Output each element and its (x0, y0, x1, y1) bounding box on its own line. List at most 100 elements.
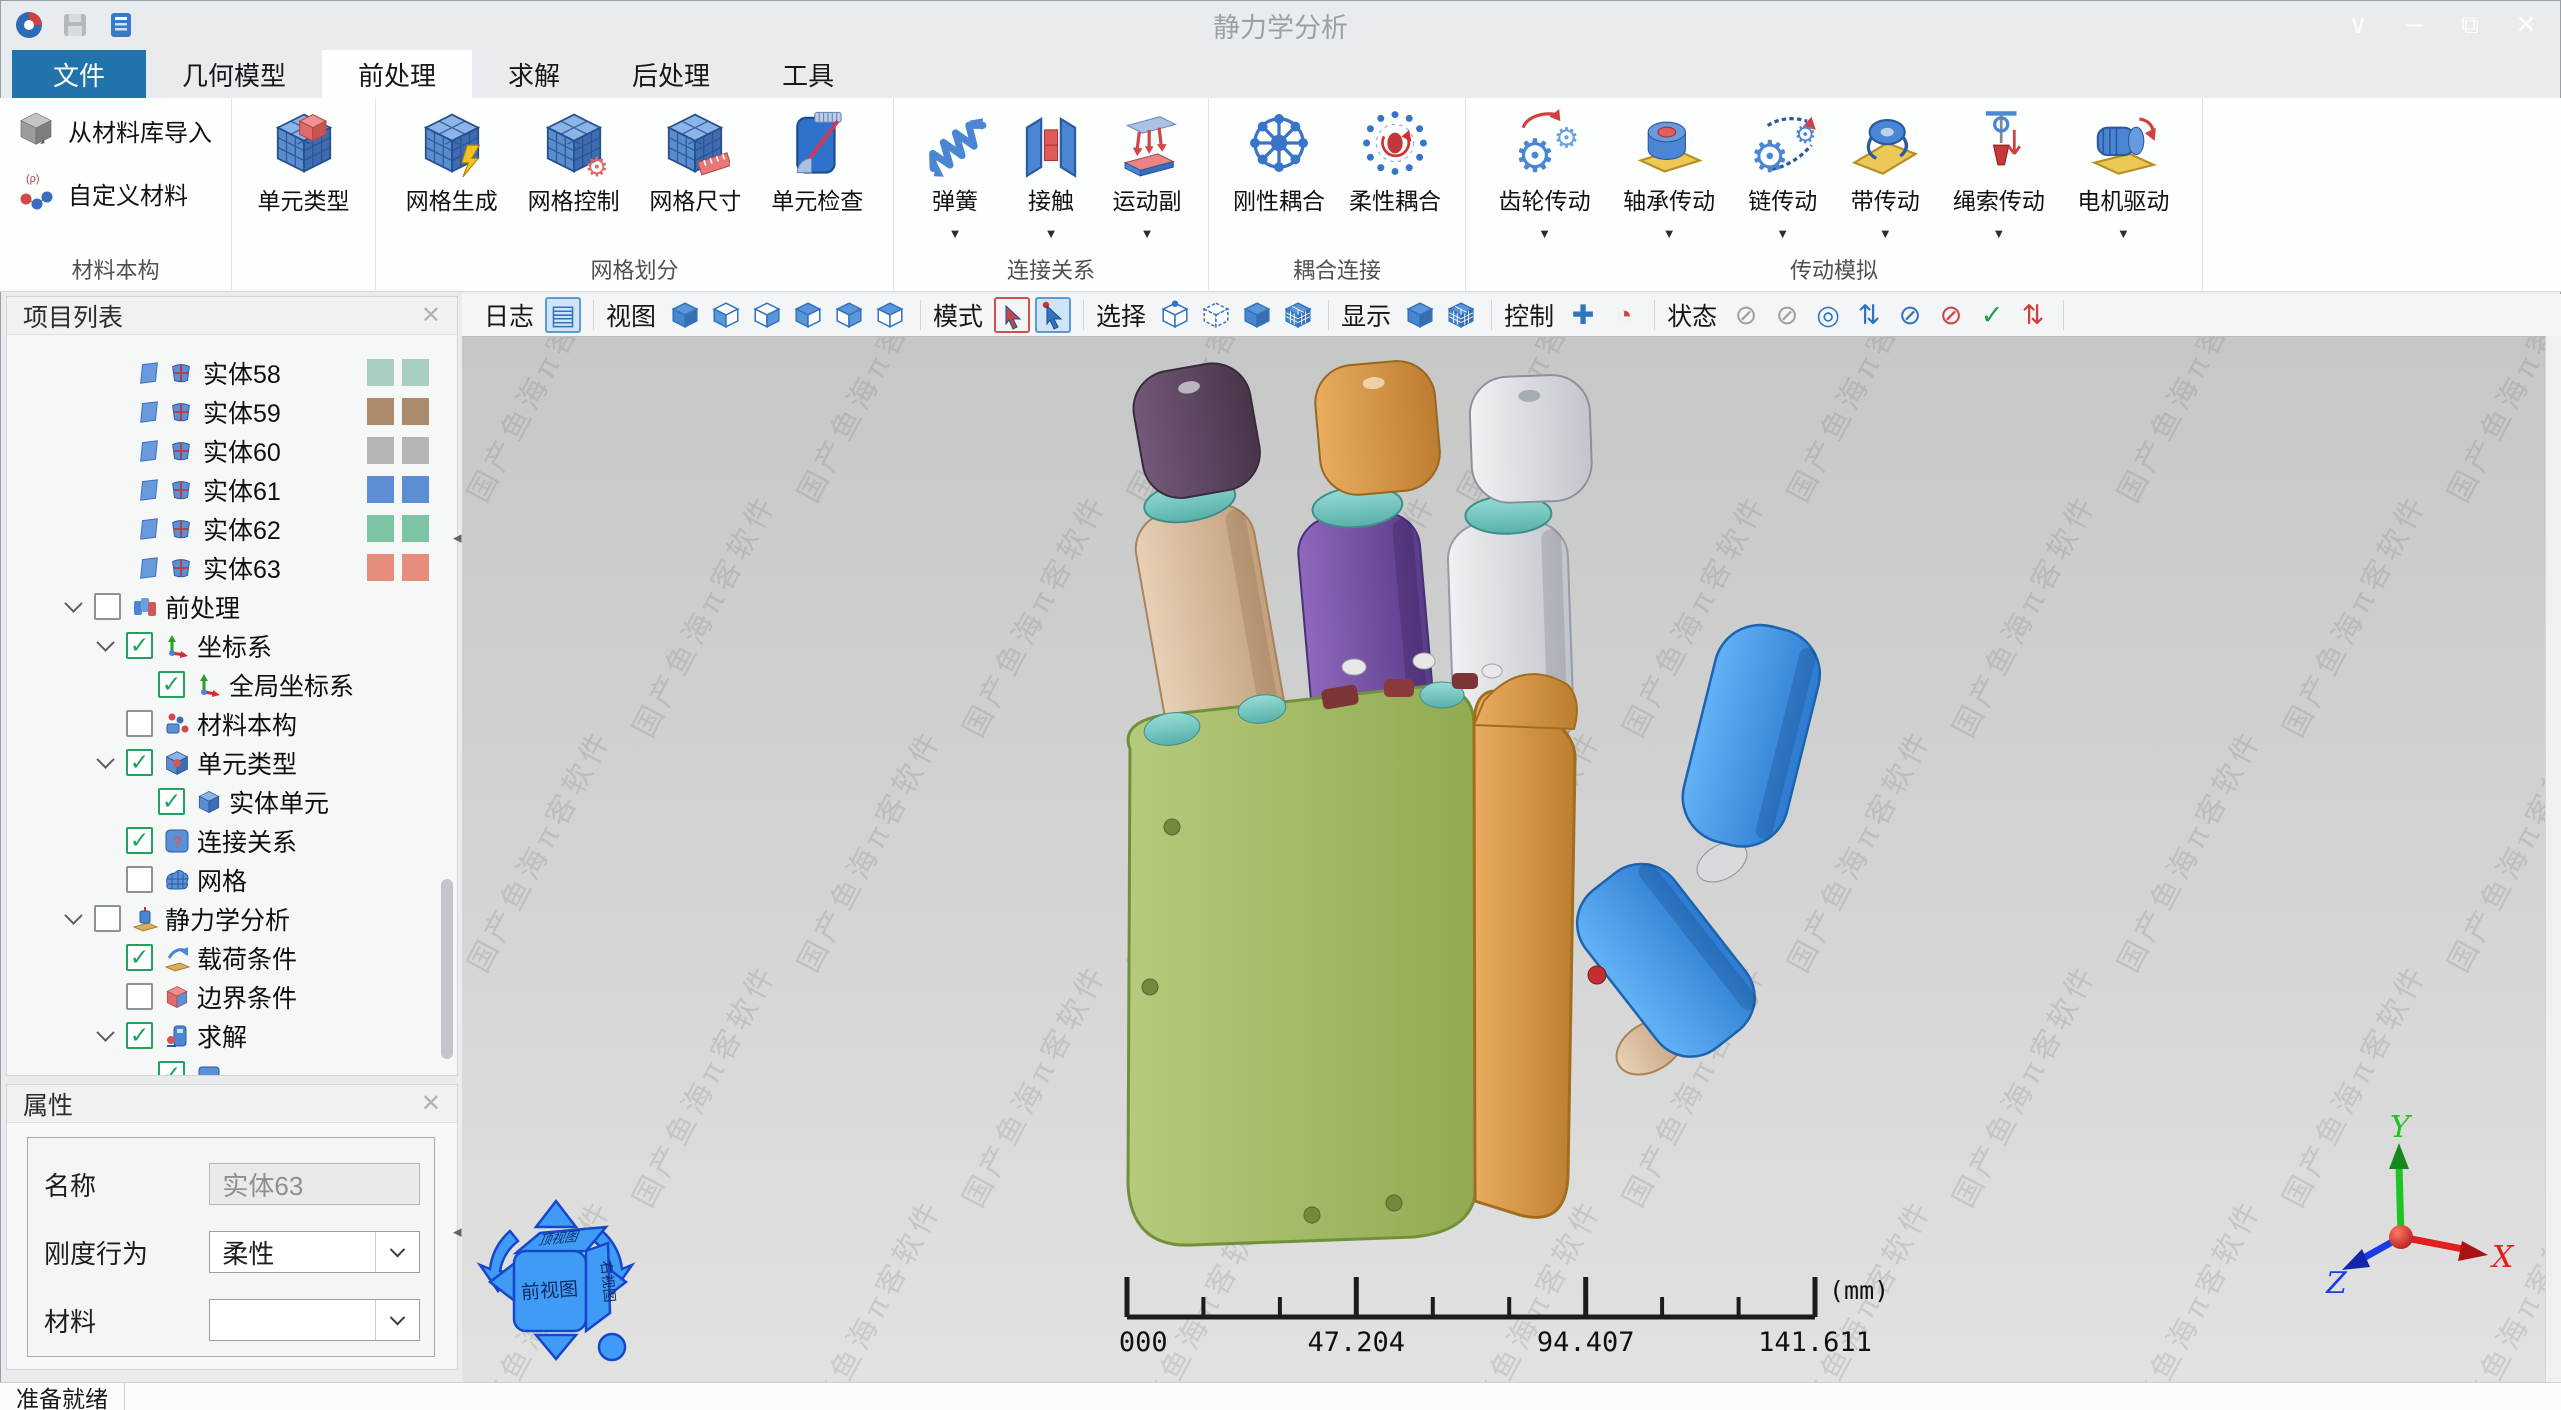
chain-drive-button[interactable]: ⚙⚙链传动▼ (1748, 102, 1818, 240)
select-mesh-icon[interactable] (1280, 297, 1316, 333)
select-body-icon[interactable] (1239, 297, 1275, 333)
view-right-icon[interactable] (831, 297, 867, 333)
tree-node-row[interactable]: 材料本构 (7, 704, 457, 743)
tree-entity-row[interactable]: 实体58 (7, 353, 457, 392)
tree-entity-row[interactable]: 实体61 (7, 470, 457, 509)
motion-joint-button-dropdown-icon[interactable]: ▼ (1141, 226, 1154, 240)
material-library-import-button[interactable]: 从材料库导入 (16, 108, 231, 153)
material-select[interactable] (209, 1299, 420, 1341)
tree-node-row[interactable]: ✓ 单元类型 (7, 743, 457, 782)
chain-drive-button-dropdown-icon[interactable]: ▼ (1776, 226, 1789, 240)
mesh-generate-button[interactable]: 网格生成 (406, 102, 498, 216)
rigid-coupling-button[interactable]: 刚性耦合 (1233, 102, 1325, 216)
view-left-icon[interactable] (790, 297, 826, 333)
tree-node-row[interactable]: 网格 (7, 860, 457, 899)
tree-checkbox[interactable]: ✓ (126, 632, 153, 659)
entity-color-swatch[interactable] (402, 476, 429, 503)
entity-color-swatch[interactable] (367, 398, 394, 425)
hide-body-icon[interactable]: ⊘ (1728, 297, 1764, 333)
spring-button[interactable]: 弹簧▼ (920, 102, 990, 240)
entity-color-swatch[interactable] (367, 437, 394, 464)
viewport-scrollbar[interactable] (2545, 336, 2561, 1382)
tree-node-row[interactable]: ✓坐标系 (7, 626, 457, 665)
view-front-icon[interactable] (708, 297, 744, 333)
tree-node-row[interactable]: 边界条件 (7, 977, 457, 1016)
entity-color-swatch[interactable] (402, 515, 429, 542)
restore-button[interactable]: ⧉ (2449, 4, 2491, 46)
hide-mesh-icon[interactable]: ⊘ (1769, 297, 1805, 333)
tree-entity-row[interactable]: 实体59 (7, 392, 457, 431)
tree-node-row[interactable]: ✓载荷条件 (7, 938, 457, 977)
cube-home-button[interactable] (599, 1334, 625, 1360)
tilt-up-arrow[interactable] (536, 1201, 576, 1227)
activate-check-icon[interactable]: ✓ (1974, 297, 2010, 333)
gear-drive-button[interactable]: ⚙⚙齿轮传动▼ (1499, 102, 1591, 240)
expand-chevron-icon[interactable] (64, 594, 82, 612)
tree-entity-row[interactable]: 实体60 (7, 431, 457, 470)
belt-drive-button-dropdown-icon[interactable]: ▼ (1879, 226, 1892, 240)
viewport-3d[interactable]: 国产鱼海π客软件国产鱼海π客软件国产鱼海π客软件国产鱼海π客软件国产鱼海π客软件… (462, 336, 2545, 1382)
mesh-size-button[interactable]: 网格尺寸 (649, 102, 741, 216)
tree-checkbox[interactable] (94, 593, 121, 620)
mode-pick-icon[interactable] (1035, 297, 1071, 333)
bearing-drive-button[interactable]: 轴承传动▼ (1623, 102, 1715, 240)
tree-scrollbar[interactable] (441, 879, 453, 1059)
contact-button[interactable]: 接触▼ (1016, 102, 1086, 240)
tree-node-row[interactable]: 静力学分析 (7, 899, 457, 938)
motion-joint-button[interactable]: 运动副▼ (1112, 102, 1182, 240)
stiffness-behavior-select[interactable]: 柔性 (209, 1231, 420, 1273)
tree-node-row[interactable]: ✓求解 (7, 1016, 457, 1055)
gear-drive-button-dropdown-icon[interactable]: ▼ (1538, 226, 1551, 240)
tree-checkbox[interactable]: ✓ (126, 944, 153, 971)
pan-control-icon[interactable]: ✚ (1565, 297, 1601, 333)
motor-drive-button-dropdown-icon[interactable]: ▼ (2117, 226, 2130, 240)
tree-entity-row[interactable]: 实体62 (7, 509, 457, 548)
collapse-ribbon-button[interactable]: ∨ (2337, 4, 2379, 46)
tree-checkbox[interactable]: ✓ (126, 1022, 153, 1049)
tree-node-row[interactable]: ✓ (7, 1055, 457, 1075)
suppress-body-icon[interactable]: ⊘ (1892, 297, 1928, 333)
expand-chevron-icon[interactable] (64, 906, 82, 924)
mode-box-select-icon[interactable] (994, 297, 1030, 333)
tree-node-row[interactable]: ✓?连接关系 (7, 821, 457, 860)
tab-tools[interactable]: 工具 (746, 50, 870, 98)
display-shaded-icon[interactable] (1402, 297, 1438, 333)
entity-color-swatch[interactable] (367, 359, 394, 386)
tree-checkbox[interactable]: ✓ (158, 1061, 185, 1075)
tree-checkbox[interactable] (94, 905, 121, 932)
bearing-drive-button-dropdown-icon[interactable]: ▼ (1663, 226, 1676, 240)
entity-color-swatch[interactable] (367, 515, 394, 542)
view-back-icon[interactable] (749, 297, 785, 333)
close-button[interactable]: ✕ (2505, 4, 2547, 46)
expand-chevron-icon[interactable] (96, 633, 114, 651)
stiffness-behavior-select-dropdown-icon[interactable] (375, 1232, 419, 1272)
suppress-all-icon[interactable]: ⊘ (1933, 297, 1969, 333)
name-field[interactable]: 实体63 (209, 1163, 420, 1205)
tab-file[interactable]: 文件 (12, 50, 146, 98)
contact-button-dropdown-icon[interactable]: ▼ (1045, 226, 1058, 240)
splitter-collapse-icon[interactable]: ◂ (453, 528, 462, 548)
tilt-down-arrow[interactable] (536, 1335, 576, 1359)
tab-geometry[interactable]: 几何模型 (146, 50, 322, 98)
entity-color-swatch[interactable] (402, 398, 429, 425)
flexible-coupling-button[interactable]: 柔性耦合 (1349, 102, 1441, 216)
tab-postprocess[interactable]: 后处理 (596, 50, 746, 98)
entity-color-swatch[interactable] (367, 476, 394, 503)
belt-drive-button[interactable]: 带传动▼ (1850, 102, 1920, 240)
splitter-collapse-icon[interactable]: ◂ (453, 1222, 462, 1242)
tab-preprocess[interactable]: 前处理 (322, 50, 472, 98)
tree-checkbox[interactable] (126, 983, 153, 1010)
tree-checkbox[interactable]: ✓ (158, 671, 185, 698)
minimize-button[interactable]: ─ (2393, 4, 2435, 46)
close-project-panel-icon[interactable]: ✕ (421, 301, 441, 330)
element-type-button[interactable]: 单元类型 (258, 102, 350, 216)
view-isometric-icon[interactable] (667, 297, 703, 333)
log-panel-toggle-icon[interactable]: ▤ (545, 297, 581, 333)
entity-color-swatch[interactable] (402, 359, 429, 386)
close-properties-panel-icon[interactable]: ✕ (421, 1089, 441, 1118)
element-check-button[interactable]: 单元检查 (771, 102, 863, 216)
motor-drive-button[interactable]: 电机驱动▼ (2077, 102, 2169, 240)
history-cube-icon[interactable]: ◔ (1606, 297, 1642, 333)
expand-chevron-icon[interactable] (96, 1023, 114, 1041)
navigation-cube[interactable]: 前视图 右视图 顶视图 (476, 1187, 640, 1375)
